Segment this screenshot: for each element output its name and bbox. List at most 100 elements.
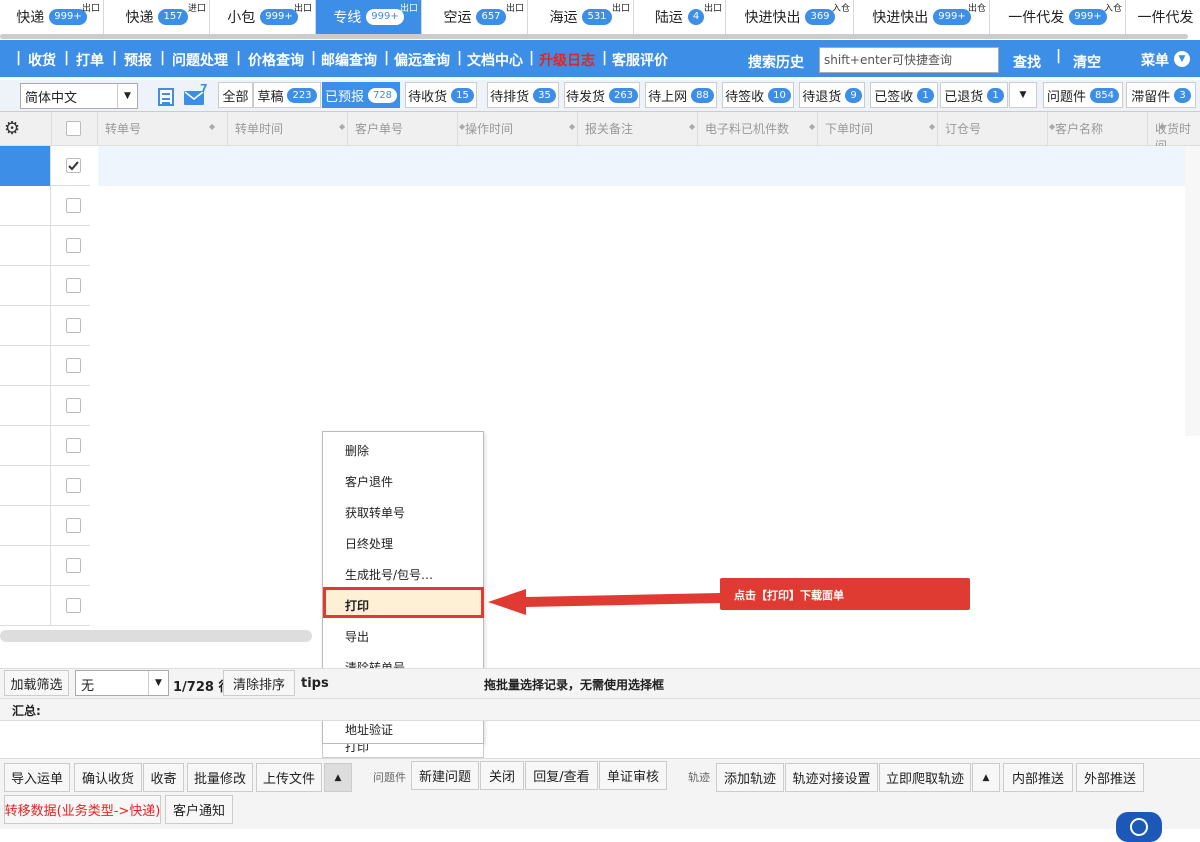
row-checkbox[interactable] (66, 158, 81, 173)
row-checkbox[interactable] (66, 598, 81, 613)
top-tab-0[interactable]: 快递 999+ 出口 (0, 0, 104, 34)
issue-button[interactable]: 关闭 (480, 761, 524, 790)
toolbar-button[interactable]: 确认收货 (74, 763, 142, 792)
menu-item[interactable]: 生成批号/包号… (345, 566, 433, 583)
row-checkbox[interactable] (66, 438, 81, 453)
top-tab-10[interactable]: 一件代发 (1126, 0, 1200, 34)
vertical-scrollbar[interactable] (1185, 146, 1200, 436)
menu-item[interactable]: 导出 (345, 628, 369, 645)
top-tab-4[interactable]: 空运 657 出口 (422, 0, 528, 34)
sort-icon[interactable]: ◆ (689, 122, 695, 131)
row-checkbox[interactable] (66, 278, 81, 293)
column-header[interactable]: 电子料已机件数 (705, 120, 789, 137)
menu-overflow-item[interactable]: 打印 (322, 744, 484, 758)
load-filter-button[interactable]: 加载筛选 (4, 670, 69, 696)
table-row[interactable] (0, 226, 90, 266)
sort-icon[interactable]: ◆ (209, 122, 215, 131)
menu-item[interactable]: 地址验证 (345, 721, 393, 738)
column-header[interactable]: 转单号 (105, 120, 141, 137)
chevron-up-icon[interactable]: ▲ (324, 763, 352, 792)
column-header[interactable]: 操作时间 (465, 120, 513, 137)
status-tab-0[interactable]: 全部 (218, 82, 253, 108)
toolbar-button[interactable]: 收寄 (143, 763, 184, 792)
find-button[interactable]: 查找 (1013, 52, 1041, 72)
row-checkbox[interactable] (66, 358, 81, 373)
toolbar-button[interactable]: 导入运单 (4, 763, 70, 792)
top-tab-6[interactable]: 陆运 4 出口 (634, 0, 726, 34)
table-row[interactable] (0, 346, 90, 386)
status-tab-10[interactable]: 已退货 1 (940, 82, 1008, 108)
issue-button[interactable]: 新建问题 (411, 761, 479, 790)
row-checkbox[interactable] (66, 238, 81, 253)
push-button[interactable]: 内部推送 (1003, 763, 1073, 792)
row-checkbox[interactable] (66, 398, 81, 413)
status-tab-9[interactable]: 已签收 1 (870, 82, 938, 108)
list-icon[interactable] (158, 88, 174, 106)
top-tab-5[interactable]: 海运 531 出口 (528, 0, 634, 34)
table-row[interactable] (0, 586, 90, 626)
chevron-down-icon[interactable]: ▼ (1174, 51, 1190, 67)
clear-sort-button[interactable]: 清除排序 (223, 670, 295, 696)
help-icon[interactable] (1116, 812, 1162, 842)
sort-icon[interactable]: ◆ (569, 122, 575, 131)
menu-item[interactable]: 日终处理 (345, 535, 393, 552)
nav-item-price[interactable]: 价格查询 (248, 50, 304, 70)
status-tab-8[interactable]: 待退货 9 (799, 82, 865, 108)
table-row[interactable] (0, 386, 90, 426)
nav-item-remote[interactable]: 偏远查询 (394, 50, 450, 70)
nav-item-changelog[interactable]: 升级日志 (539, 50, 595, 70)
transfer-data-button[interactable]: 转移数据(业务类型->快递) (4, 795, 161, 824)
top-tab-7[interactable]: 快进快出 369 入仓 (726, 0, 854, 34)
sort-icon[interactable]: ◆ (809, 122, 815, 131)
status-tab-5[interactable]: 待发货 263 (564, 82, 640, 108)
track-button[interactable]: 立即爬取轨迹 (879, 763, 971, 792)
toolbar-button[interactable]: 批量修改 (187, 763, 253, 792)
top-tab-2[interactable]: 小包 999+ 出口 (210, 0, 316, 34)
status-tab-3[interactable]: 待收货 15 (405, 82, 477, 108)
nav-item-feedback[interactable]: 客服评价 (612, 50, 668, 70)
language-select[interactable]: 简体中文 ▼ (20, 83, 138, 109)
search-history-link[interactable]: 搜索历史 (748, 52, 804, 72)
top-tab-9[interactable]: 一件代发 999+ 入仓 (990, 0, 1126, 34)
row-checkbox[interactable] (66, 198, 81, 213)
extra-tab-0[interactable]: 问题件 854 (1043, 82, 1123, 108)
status-tab-4[interactable]: 待排货 35 (487, 82, 559, 108)
nav-item-issue[interactable]: 问题处理 (172, 50, 228, 70)
table-row[interactable] (0, 426, 90, 466)
menu-item-print[interactable]: 打印 (345, 597, 369, 614)
row-checkbox[interactable] (66, 518, 81, 533)
top-tab-3[interactable]: 专线 999+ 出口 (316, 0, 422, 34)
horizontal-scrollbar[interactable] (0, 630, 312, 642)
push-button[interactable]: 外部推送 (1076, 763, 1144, 792)
column-header[interactable]: 订仓号 (945, 120, 981, 137)
table-row[interactable] (0, 266, 90, 306)
row-checkbox[interactable] (66, 558, 81, 573)
table-row[interactable] (0, 186, 90, 226)
menu-item[interactable]: 获取转单号 (345, 504, 405, 521)
search-input[interactable]: shift+enter可快捷查询 (819, 47, 999, 73)
nav-item-receive[interactable]: 收货 (28, 50, 56, 70)
track-button[interactable]: 添加轨迹 (716, 763, 784, 792)
issue-button[interactable]: 回复/查看 (525, 761, 598, 790)
sort-icon[interactable]: ◆ (339, 122, 345, 131)
column-header[interactable]: 客户名称 (1055, 120, 1103, 137)
status-tab-1[interactable]: 草稿 223 (253, 82, 321, 108)
nav-item-docs[interactable]: 文档中心 (467, 50, 523, 70)
toolbar-button[interactable]: 上传文件 (256, 763, 322, 792)
menu-item[interactable]: 删除 (345, 442, 369, 459)
filter-select[interactable]: 无 ▼ (75, 670, 169, 696)
column-header[interactable]: 客户单号 (355, 120, 403, 137)
row-checkbox[interactable] (66, 478, 81, 493)
menu-button[interactable]: 菜单 (1141, 50, 1169, 70)
top-tab-1[interactable]: 快递 157 进口 (104, 0, 210, 34)
column-header[interactable]: 报关备注 (585, 120, 633, 137)
table-row[interactable] (0, 546, 90, 586)
table-row[interactable] (0, 306, 90, 346)
status-tab-6[interactable]: 待上网 88 (645, 82, 717, 108)
nav-item-print-label[interactable]: 打单 (76, 50, 104, 70)
column-header[interactable]: 转单时间 (235, 120, 283, 137)
gear-icon[interactable]: ⚙ (4, 118, 20, 139)
row-checkbox[interactable] (66, 318, 81, 333)
more-status-button[interactable]: ▼ (1009, 82, 1037, 108)
menu-item[interactable]: 客户退件 (345, 473, 393, 490)
